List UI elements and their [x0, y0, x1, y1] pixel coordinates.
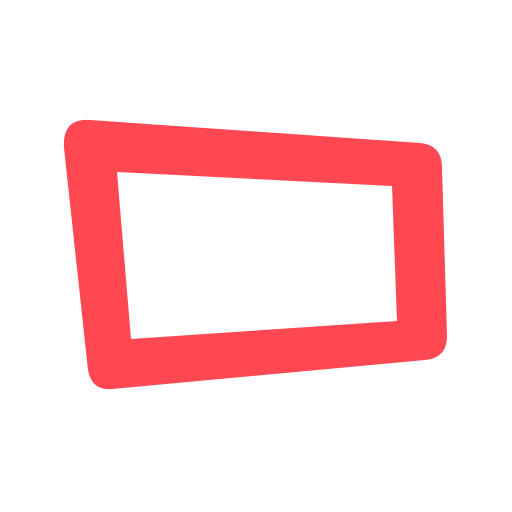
quadrilateral-frame-icon: [63, 119, 447, 390]
frame-shape: [63, 119, 447, 390]
icon-canvas: [0, 0, 512, 512]
